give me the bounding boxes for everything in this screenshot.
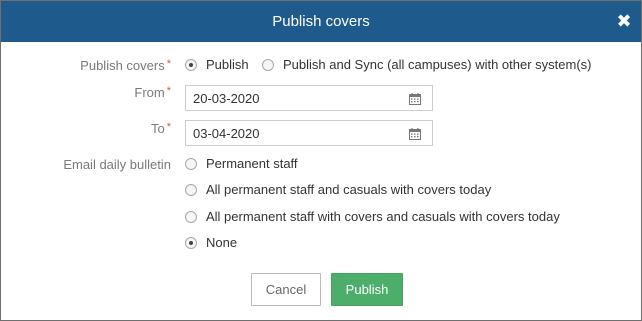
- to-date-input[interactable]: 03-04-2020: [185, 120, 433, 146]
- publish-covers-dialog: Publish covers ✖ Publish covers * Publish…: [0, 0, 642, 321]
- dialog-title: Publish covers: [272, 13, 370, 30]
- radio-publish-and-sync-label: Publish and Sync (all campuses) with oth…: [283, 57, 592, 72]
- from-date-value: 20-03-2020: [193, 90, 260, 106]
- email-daily-bulletin-label: Email daily bulletin: [63, 157, 171, 172]
- radio-all-permanent-and-casuals-label: All permanent staff and casuals with cov…: [206, 182, 492, 197]
- publish-covers-label-text: Publish covers: [80, 58, 165, 73]
- radio-publish[interactable]: Publish: [185, 57, 249, 72]
- to-label: To *: [41, 121, 171, 136]
- required-star: *: [166, 85, 171, 97]
- dialog-header: Publish covers ✖: [1, 1, 641, 42]
- radio-none[interactable]: None: [185, 235, 237, 250]
- radio-button-selected[interactable]: [185, 236, 197, 249]
- required-star: *: [166, 121, 171, 133]
- required-star: *: [166, 58, 171, 70]
- radio-all-permanent-and-casuals[interactable]: All permanent staff and casuals with cov…: [185, 182, 491, 197]
- calendar-icon[interactable]: [409, 93, 421, 105]
- close-icon[interactable]: ✖: [615, 12, 633, 30]
- radio-all-permanent-with-covers[interactable]: All permanent staff with covers and casu…: [185, 209, 560, 224]
- radio-all-permanent-with-covers-label: All permanent staff with covers and casu…: [206, 209, 560, 224]
- radio-permanent-staff-label: Permanent staff: [206, 156, 298, 171]
- to-label-text: To: [150, 121, 165, 136]
- from-label: From *: [41, 85, 171, 100]
- radio-button[interactable]: [262, 58, 274, 71]
- to-date-value: 03-04-2020: [193, 125, 260, 141]
- radio-button[interactable]: [185, 183, 197, 196]
- radio-none-label: None: [206, 235, 238, 250]
- from-date-input[interactable]: 20-03-2020: [185, 85, 433, 111]
- cancel-button[interactable]: Cancel: [251, 273, 321, 306]
- radio-button[interactable]: [185, 157, 197, 170]
- calendar-icon[interactable]: [409, 128, 421, 140]
- radio-publish-label: Publish: [206, 57, 249, 72]
- publish-button[interactable]: Publish: [331, 273, 403, 306]
- from-label-text: From: [134, 85, 165, 100]
- publish-covers-label: Publish covers *: [41, 58, 171, 73]
- radio-button[interactable]: [185, 210, 197, 223]
- radio-button-selected[interactable]: [185, 58, 197, 71]
- radio-permanent-staff[interactable]: Permanent staff: [185, 156, 298, 171]
- radio-publish-and-sync[interactable]: Publish and Sync (all campuses) with oth…: [262, 57, 592, 72]
